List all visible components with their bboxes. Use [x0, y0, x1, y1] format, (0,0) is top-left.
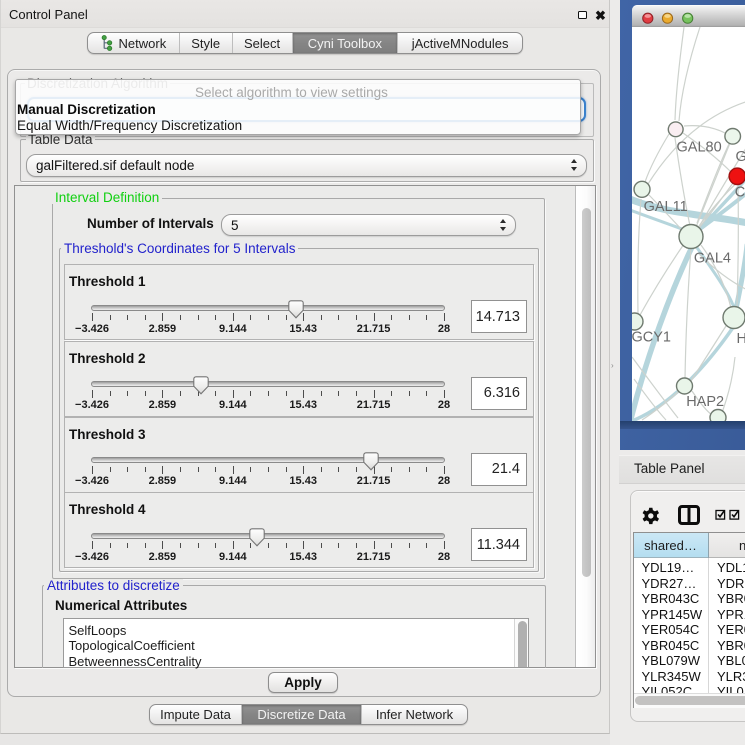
svg-text:HAP2: HAP2 — [686, 394, 724, 410]
svg-text:GAL11: GAL11 — [643, 199, 687, 215]
svg-text:HIS: HIS — [736, 331, 745, 347]
svg-text:GCY1: GCY1 — [632, 330, 671, 346]
svg-text:C: C — [734, 185, 744, 201]
svg-text:GAL4: GAL4 — [693, 251, 730, 267]
svg-text:GAL1: GAL1 — [735, 149, 745, 165]
svg-text:GAL80: GAL80 — [676, 140, 721, 156]
